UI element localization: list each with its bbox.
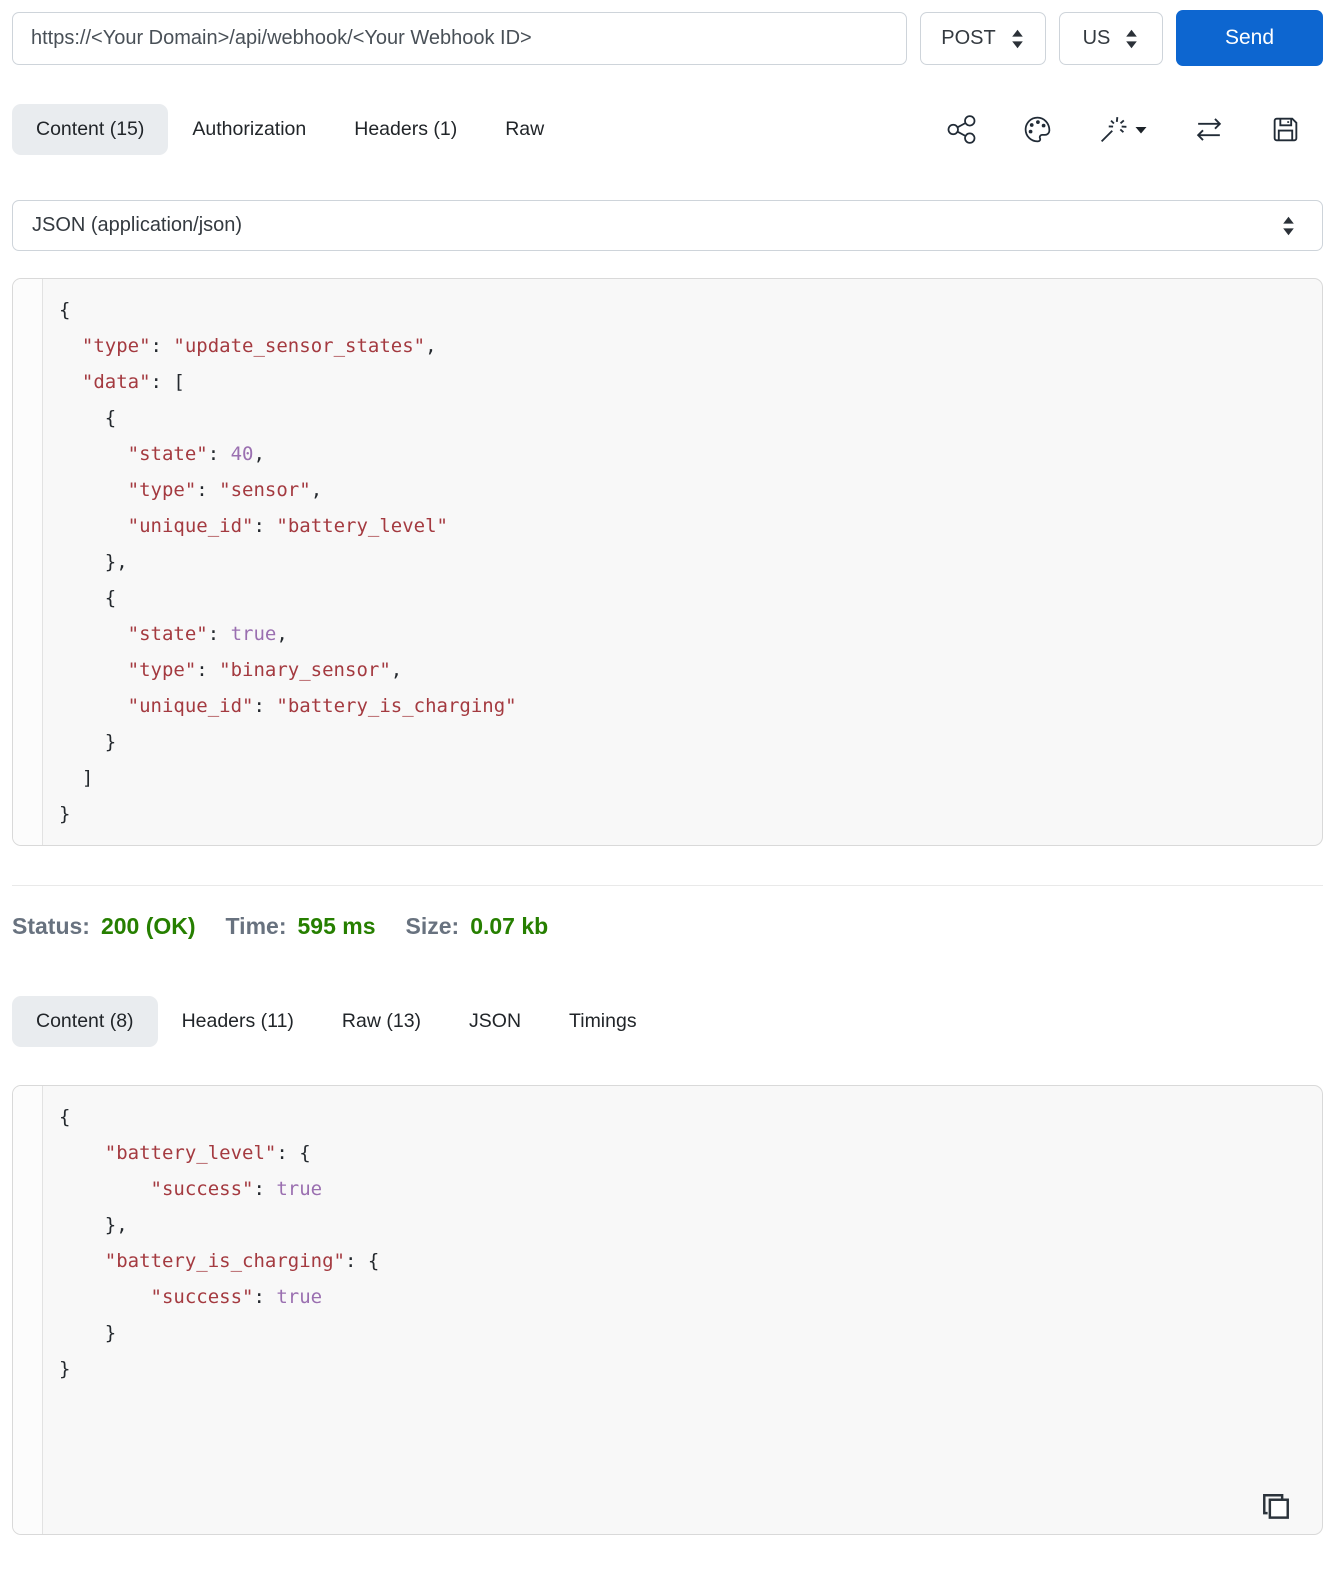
method-select-value: POST: [941, 27, 995, 50]
swap-arrows-icon[interactable]: [1193, 114, 1225, 145]
request-body-editor[interactable]: { "type": "update_sensor_states", "data"…: [12, 278, 1323, 846]
request-toolbar: [946, 114, 1301, 145]
method-select[interactable]: POST: [920, 12, 1046, 65]
tab-response-json[interactable]: JSON: [445, 996, 545, 1047]
save-icon[interactable]: [1270, 114, 1301, 145]
tab-request-headers[interactable]: Headers (1): [330, 104, 481, 155]
select-arrows-icon: [1010, 28, 1025, 50]
body-type-select-value: JSON (application/json): [32, 214, 242, 237]
tab-request-authorization[interactable]: Authorization: [168, 104, 330, 155]
response-tabs: Content (8) Headers (11) Raw (13) JSON T…: [12, 996, 661, 1047]
chevron-down-icon: [1134, 124, 1148, 136]
api-client-page: POST US Send Content (15) Authorization …: [0, 10, 1335, 1535]
request-tabs: Content (15) Authorization Headers (1) R…: [12, 104, 568, 155]
time-label: Time:: [226, 913, 287, 940]
tab-request-raw[interactable]: Raw: [481, 104, 568, 155]
body-type-select[interactable]: JSON (application/json): [12, 200, 1323, 251]
tab-response-timings[interactable]: Timings: [545, 996, 661, 1047]
tab-request-content[interactable]: Content (15): [12, 104, 168, 155]
status-label: Status:: [12, 913, 90, 940]
magic-wand-icon[interactable]: [1098, 114, 1148, 145]
response-body-viewer: { "battery_level": { "success": true }, …: [12, 1085, 1323, 1535]
share-icon[interactable]: [946, 114, 977, 145]
response-tabs-row: Content (8) Headers (11) Raw (13) JSON T…: [12, 996, 1323, 1047]
send-button[interactable]: Send: [1176, 10, 1323, 66]
editor-gutter: [13, 279, 43, 845]
section-divider: [12, 885, 1323, 886]
locale-select[interactable]: US: [1059, 12, 1163, 65]
status-stat: Status: 200 (OK): [12, 913, 196, 940]
select-arrows-icon: [1124, 28, 1139, 50]
select-arrows-icon: [1281, 215, 1296, 237]
size-label: Size:: [406, 913, 460, 940]
request-body-code[interactable]: { "type": "update_sensor_states", "data"…: [43, 279, 1322, 845]
palette-icon[interactable]: [1022, 114, 1053, 145]
response-body-code: { "battery_level": { "success": true }, …: [43, 1086, 1322, 1534]
time-stat: Time: 595 ms: [226, 913, 376, 940]
status-value: 200 (OK): [101, 913, 196, 940]
url-input[interactable]: [12, 12, 907, 65]
tab-response-raw[interactable]: Raw (13): [318, 996, 445, 1047]
tab-response-content[interactable]: Content (8): [12, 996, 158, 1047]
request-bar: POST US Send: [12, 10, 1323, 66]
tab-response-headers[interactable]: Headers (11): [158, 996, 318, 1047]
size-stat: Size: 0.07 kb: [406, 913, 549, 940]
size-value: 0.07 kb: [470, 913, 548, 940]
time-value: 595 ms: [297, 913, 375, 940]
editor-gutter: [13, 1086, 43, 1534]
copy-icon[interactable]: [1256, 1488, 1296, 1528]
request-tabs-row: Content (15) Authorization Headers (1) R…: [12, 104, 1323, 155]
response-status-bar: Status: 200 (OK) Time: 595 ms Size: 0.07…: [12, 913, 1323, 940]
locale-select-value: US: [1083, 27, 1111, 50]
